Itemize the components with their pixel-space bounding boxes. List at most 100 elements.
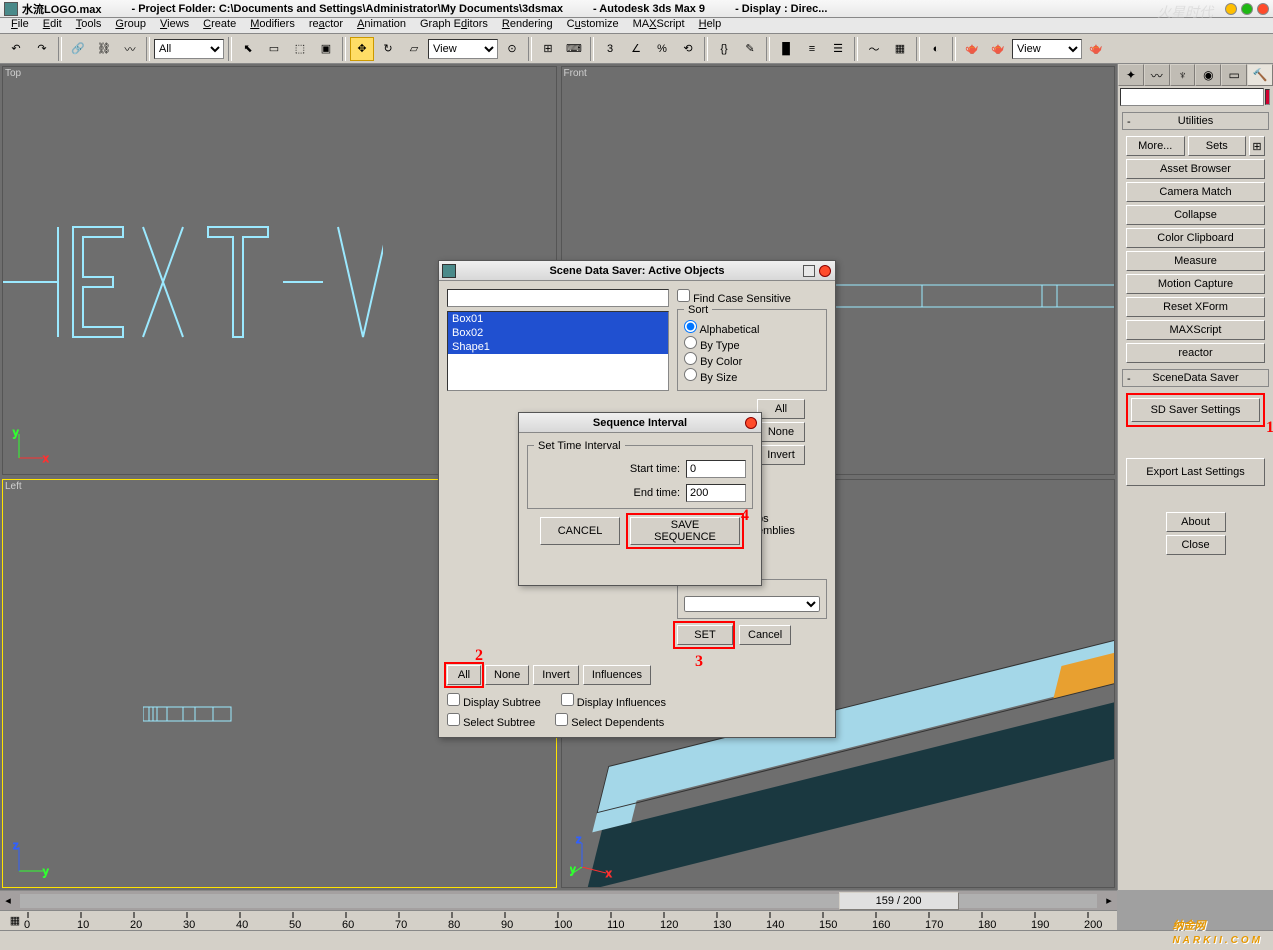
curve-editor-icon[interactable]: 〜 (862, 37, 886, 61)
window-crossing-icon[interactable]: ▣ (314, 37, 338, 61)
scale-icon[interactable]: ▱ (402, 37, 426, 61)
asset-browser-button[interactable]: Asset Browser (1126, 159, 1265, 179)
reactor-button[interactable]: reactor (1126, 343, 1265, 363)
dialog-saver-title[interactable]: Scene Data Saver: Active Objects (439, 261, 835, 281)
list-item[interactable]: Box01 (448, 312, 668, 326)
menu-rendering[interactable]: Rendering (495, 18, 560, 33)
close-button[interactable]: Close (1166, 535, 1226, 555)
tab-motion-icon[interactable]: ◉ (1195, 64, 1221, 86)
display-subtree-checkbox[interactable]: Display Subtree (447, 693, 541, 709)
collapse-button[interactable]: Collapse (1126, 205, 1265, 225)
align-icon[interactable]: ≡ (800, 37, 824, 61)
keyboard-shortcut-icon[interactable]: ⌨ (562, 37, 586, 61)
reset-xform-button[interactable]: Reset XForm (1126, 297, 1265, 317)
sd-saver-settings-button[interactable]: SD Saver Settings (1131, 398, 1260, 422)
link-icon[interactable]: 🔗 (66, 37, 90, 61)
sort-size-radio[interactable]: By Size (684, 372, 737, 384)
list-item[interactable]: Shape1 (448, 340, 668, 354)
ref-coord-select[interactable]: View (428, 39, 498, 59)
menu-help[interactable]: Help (692, 18, 729, 33)
object-color-swatch[interactable] (1265, 89, 1270, 105)
end-time-input[interactable] (686, 484, 746, 502)
spinner-snap-icon[interactable]: ⟲ (676, 37, 700, 61)
named-selection-icon[interactable]: {} (712, 37, 736, 61)
sort-alpha-radio[interactable]: Alphabetical (684, 324, 759, 336)
select-name-icon[interactable]: ▭ (262, 37, 286, 61)
start-time-input[interactable] (686, 460, 746, 478)
menu-tools[interactable]: Tools (69, 18, 109, 33)
time-slider[interactable]: ◂ 159 / 200 ▸ (0, 890, 1117, 910)
material-editor-icon[interactable]: ◐ (924, 37, 948, 61)
color-clipboard-button[interactable]: Color Clipboard (1126, 228, 1265, 248)
tab-create-icon[interactable]: ✦ (1118, 64, 1144, 86)
dialog-seq-title[interactable]: Sequence Interval (519, 413, 761, 433)
sets-config-icon[interactable]: ⊞ (1249, 136, 1265, 156)
window-close-icon[interactable] (1257, 3, 1269, 15)
time-slider-thumb[interactable]: 159 / 200 (839, 892, 959, 910)
side-all-button[interactable]: All (757, 399, 805, 419)
more-button[interactable]: More... (1126, 136, 1185, 156)
bottom-invert-button[interactable]: Invert (533, 665, 579, 685)
percent-snap-icon[interactable]: % (650, 37, 674, 61)
tab-utilities-icon[interactable]: 🔨 (1247, 64, 1273, 86)
move-icon[interactable]: ✥ (350, 37, 374, 61)
track-bar[interactable]: ▦ 01020304050607080901001101201301401501… (0, 910, 1117, 930)
motion-capture-button[interactable]: Motion Capture (1126, 274, 1265, 294)
redo-icon[interactable]: ↷ (30, 37, 54, 61)
object-listbox[interactable]: Box01 Box02 Shape1 (447, 311, 669, 391)
tab-modify-icon[interactable]: 〰 (1144, 64, 1170, 86)
unlink-icon[interactable]: ⛓ (92, 37, 116, 61)
select-subtree-checkbox[interactable]: Select Subtree (447, 713, 535, 729)
rollout-utilities[interactable]: -Utilities (1122, 112, 1269, 130)
bottom-none-button[interactable]: None (485, 665, 529, 685)
maxscript-button[interactable]: MAXScript (1126, 320, 1265, 340)
menu-maxscript[interactable]: MAXScript (626, 18, 692, 33)
trackbar-toggle-icon[interactable]: ▦ (6, 913, 24, 929)
dialog-close-icon[interactable] (819, 265, 831, 277)
select-region-icon[interactable]: ⬚ (288, 37, 312, 61)
menu-animation[interactable]: Animation (350, 18, 413, 33)
menu-reactor[interactable]: reactor (302, 18, 350, 33)
select-dependents-checkbox[interactable]: Select Dependents (555, 713, 664, 729)
menu-group[interactable]: Group (108, 18, 153, 33)
menu-create[interactable]: Create (196, 18, 243, 33)
measure-button[interactable]: Measure (1126, 251, 1265, 271)
menu-modifiers[interactable]: Modifiers (243, 18, 302, 33)
schematic-view-icon[interactable]: ▦ (888, 37, 912, 61)
camera-match-button[interactable]: Camera Match (1126, 182, 1265, 202)
select-icon[interactable]: ⬉ (236, 37, 260, 61)
sort-type-radio[interactable]: By Type (684, 340, 740, 352)
selection-filter-select[interactable]: All (154, 39, 224, 59)
menu-views[interactable]: Views (153, 18, 196, 33)
sets-button[interactable]: Sets (1188, 136, 1247, 156)
bind-space-warp-icon[interactable]: 〰 (118, 37, 142, 61)
tab-hierarchy-icon[interactable]: ♆ (1170, 64, 1196, 86)
snap-icon[interactable]: 3 (598, 37, 622, 61)
undo-icon[interactable]: ↶ (4, 37, 28, 61)
angle-snap-icon[interactable]: ∠ (624, 37, 648, 61)
menu-grapheditors[interactable]: Graph Editors (413, 18, 495, 33)
side-invert-button[interactable]: Invert (757, 445, 805, 465)
cancel-button[interactable]: Cancel (739, 625, 791, 645)
named-selection-edit-icon[interactable]: ✎ (738, 37, 762, 61)
quick-render-icon[interactable]: 🫖 (986, 37, 1010, 61)
search-input[interactable] (447, 289, 669, 307)
menu-customize[interactable]: Customize (560, 18, 626, 33)
object-name-input[interactable] (1120, 88, 1264, 106)
side-none-button[interactable]: None (757, 422, 805, 442)
display-influences-checkbox[interactable]: Display Influences (561, 693, 666, 709)
render-scene-icon[interactable]: 🫖 (960, 37, 984, 61)
render-last-icon[interactable]: 🫖 (1084, 37, 1108, 61)
menu-edit[interactable]: Edit (36, 18, 69, 33)
export-last-settings-button[interactable]: Export Last Settings (1126, 458, 1265, 486)
manipulate-icon[interactable]: ⊞ (536, 37, 560, 61)
window-minimize-icon[interactable] (1225, 3, 1237, 15)
seq-cancel-button[interactable]: CANCEL (540, 517, 620, 545)
tab-display-icon[interactable]: ▭ (1221, 64, 1247, 86)
pivot-icon[interactable]: ⊙ (500, 37, 524, 61)
menu-file[interactable]: File (4, 18, 36, 33)
sort-color-radio[interactable]: By Color (684, 356, 742, 368)
dialog-seq-close-icon[interactable] (745, 417, 757, 429)
mirror-icon[interactable]: ▐▌ (774, 37, 798, 61)
window-maximize-icon[interactable] (1241, 3, 1253, 15)
